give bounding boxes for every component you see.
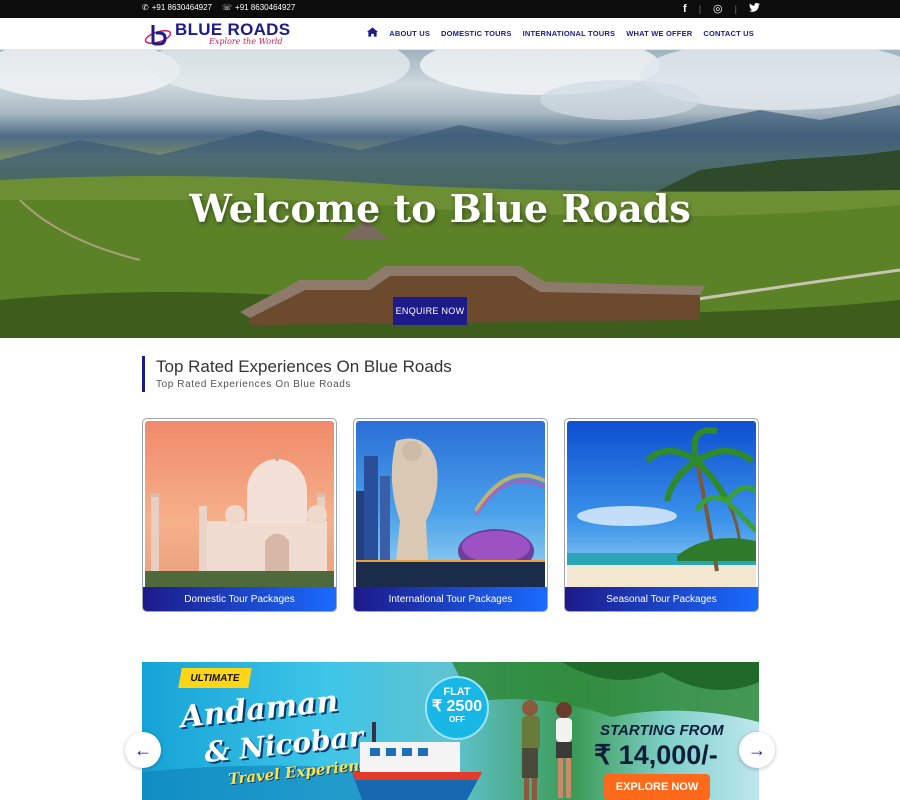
domestic-tour-card[interactable]: Domestic Tour Packages [142, 418, 337, 612]
beach-image [567, 421, 756, 587]
brand-tagline: Explore the World [209, 37, 283, 46]
nav-about-us[interactable]: ABOUT US [389, 29, 430, 38]
social-links: f | ◎ | [683, 2, 760, 15]
arrow-right-icon: → [748, 739, 766, 760]
discount-flat-label: FLAT [443, 686, 471, 698]
top-bar: ✆ +91 8630464927 ☏ +91 8630464927 f | ◎ … [0, 0, 900, 18]
hero-slider: Welcome to Blue Roads ENQUIRE NOW [0, 50, 900, 338]
logo[interactable]: BLUE ROADS Explore the World [144, 20, 290, 48]
starting-price: ₹ 14,000/- [594, 740, 718, 770]
carousel-next-button[interactable]: → [739, 732, 775, 768]
divider: | [734, 3, 737, 14]
contact-info: ✆ +91 8630464927 ☏ +91 8630464927 [142, 3, 295, 12]
section-heading: Top Rated Experiences On Blue Roads Top … [142, 356, 452, 392]
section-subtitle: Top Rated Experiences On Blue Roads [156, 379, 351, 390]
whatsapp-icon: ☏ [222, 3, 233, 12]
singapore-image [356, 421, 545, 587]
nav-domestic-tours[interactable]: DOMESTIC TOURS [441, 29, 512, 38]
card-label: International Tour Packages [354, 587, 547, 611]
card-label: Domestic Tour Packages [143, 587, 336, 611]
main-nav: ABOUT US DOMESTIC TOURS INTERNATIONAL TO… [367, 27, 754, 40]
enquire-now-button[interactable]: ENQUIRE NOW [393, 297, 467, 325]
phone-number: +91 8630464927 [151, 3, 212, 12]
facebook-icon[interactable]: f [683, 3, 687, 15]
hero-title: Welcome to Blue Roads [189, 186, 691, 231]
phone-icon: ✆ [142, 3, 149, 12]
discount-badge: FLAT ₹ 2500 OFF [425, 676, 489, 740]
home-icon[interactable] [367, 27, 379, 40]
phone-contact[interactable]: ✆ +91 8630464927 [142, 3, 212, 12]
discount-off-label: OFF [449, 715, 465, 724]
carousel-prev-button[interactable]: ← [125, 732, 161, 768]
cloud-shape [150, 50, 410, 100]
twitter-icon[interactable] [749, 2, 760, 15]
international-tour-card[interactable]: International Tour Packages [353, 418, 548, 612]
instagram-icon[interactable]: ◎ [713, 2, 723, 15]
divider: | [698, 3, 702, 14]
couple-image [502, 692, 592, 800]
brand-name: BLUE ROADS [175, 20, 291, 39]
nav-what-we-offer[interactable]: WHAT WE OFFER [626, 29, 692, 38]
section-title: Top Rated Experiences On Blue Roads [156, 357, 452, 376]
starting-from-label: STARTING FROM [600, 722, 724, 739]
arrow-left-icon: ← [134, 739, 152, 760]
site-header: BLUE ROADS Explore the World ABOUT US DO… [0, 18, 900, 50]
promo-banner[interactable]: ULTIMATE Andaman & Nicobar Travel Experi… [142, 662, 759, 800]
whatsapp-contact[interactable]: ☏ +91 8630464927 [222, 3, 295, 12]
nav-contact-us[interactable]: CONTACT US [703, 29, 754, 38]
explore-now-button[interactable]: EXPLORE NOW [604, 774, 710, 800]
card-label: Seasonal Tour Packages [565, 587, 758, 611]
seasonal-tour-card[interactable]: Seasonal Tour Packages [564, 418, 759, 612]
whatsapp-number: +91 8630464927 [235, 3, 296, 12]
discount-amount: ₹ 2500 [431, 698, 483, 715]
logo-icon [144, 22, 172, 46]
nav-international-tours[interactable]: INTERNATIONAL TOURS [523, 29, 616, 38]
ultimate-badge: ULTIMATE [178, 668, 252, 688]
taj-mahal-image [145, 421, 334, 587]
